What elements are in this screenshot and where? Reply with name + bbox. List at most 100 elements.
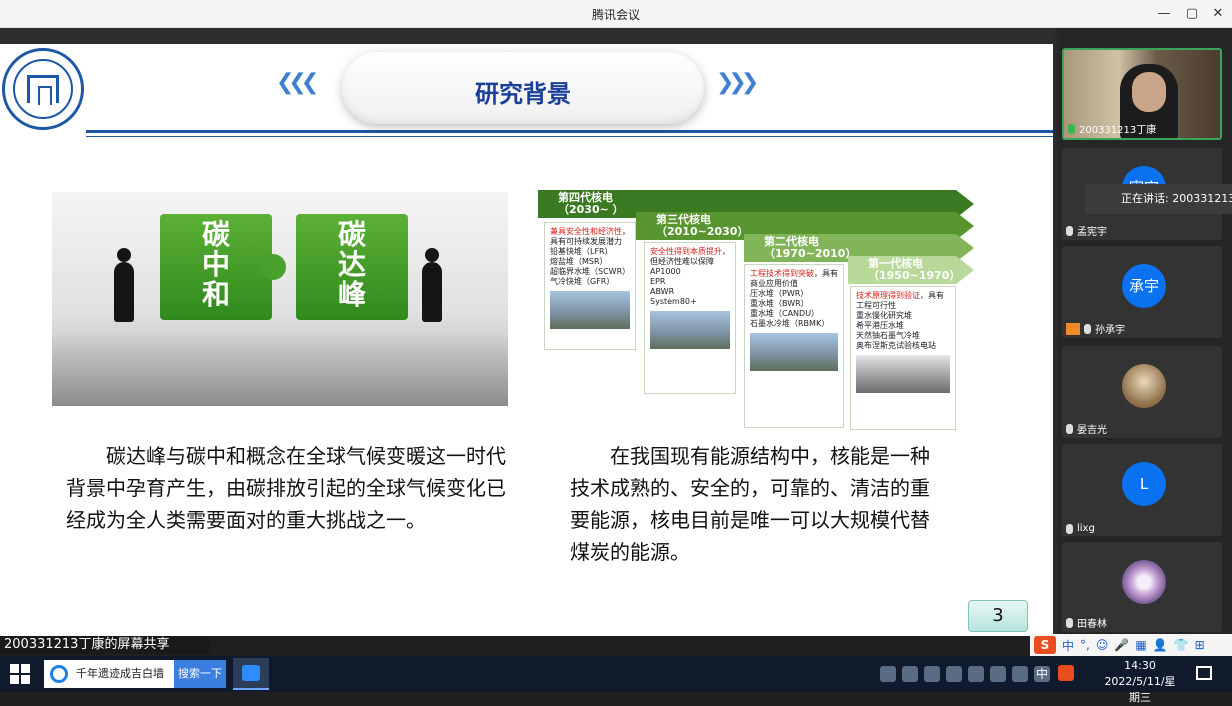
gen3-card: 安全性得到本质提升，但经济性难以保障 AP1000 EPR ABWR Syste… [644, 242, 736, 394]
gen3-item: AP1000 [650, 267, 681, 276]
notification-icon[interactable] [1196, 666, 1212, 680]
participant-tile-video[interactable]: 200331213丁康 [1062, 48, 1222, 140]
mic-muted-icon [1066, 523, 1073, 534]
shared-screen: ❮❮❮ 研究背景 ❯❯❯ 碳中和 碳达峰 第四代核电 （2030~ ） 第三代核… [0, 28, 1057, 636]
tray-bluetooth-icon[interactable] [968, 666, 984, 682]
slide-page-number: 3 [968, 600, 1028, 632]
gen2-highlight: 工程技术得到突破 [750, 269, 814, 278]
tray-app-icon[interactable] [880, 666, 896, 682]
minimize-button[interactable]: — [1152, 4, 1176, 24]
tencent-meeting-taskbar-icon[interactable] [233, 658, 269, 690]
presentation-slide: ❮❮❮ 研究背景 ❯❯❯ 碳中和 碳达峰 第四代核电 （2030~ ） 第三代核… [0, 44, 1053, 636]
participant-name-text: 田春林 [1077, 619, 1107, 630]
gen1-card: 技术原理得到验证，具有工程可行性 重水慢化研究堆 希平港压水堆 天然铀石墨气冷堆… [850, 286, 956, 430]
participant-tile[interactable]: 承宇 孙承宇 [1062, 246, 1222, 338]
search-text: 千年遗迹成吉白墙 [76, 667, 164, 680]
mic-on-icon [1068, 123, 1075, 134]
mic-muted-icon [1066, 423, 1073, 434]
participant-name-text: 200331213丁康 [1079, 125, 1157, 136]
maximize-button[interactable]: ▢ [1180, 4, 1204, 24]
system-tray [880, 666, 1050, 682]
ime-skin-icon[interactable]: 👕 [1174, 638, 1189, 652]
search-button[interactable]: 搜索一下 [174, 660, 226, 688]
slide-title: 研究背景 [475, 80, 571, 108]
gen1-item: 重水慢化研究堆 [856, 311, 912, 320]
gen3-item: System80+ [650, 297, 697, 306]
clock-time: 14:30 [1124, 659, 1156, 672]
slide-top-strip [0, 28, 1053, 45]
avatar: L [1122, 462, 1166, 506]
gen3-item: EPR [650, 277, 666, 286]
ime-tools-icon[interactable]: ⊞ [1195, 638, 1205, 652]
ime-punctuation[interactable]: °, [1080, 638, 1090, 652]
screen-share-label: 200331213丁康的屏幕共享 [0, 636, 210, 654]
taskbar-clock[interactable]: 14:30 2022/5/11/星期三 [1100, 658, 1180, 706]
puzzle-piece-carbon-peak: 碳达峰 [296, 214, 408, 320]
gen4-item: 铅基快堆（LFR） [550, 247, 613, 256]
participant-name-text: lixg [1077, 523, 1095, 534]
gen1-bar: 第一代核电 （1950~1970） [848, 256, 974, 284]
ime-mic-icon[interactable]: 🎤 [1114, 638, 1129, 652]
slide-title-pill: 研究背景 [342, 52, 704, 124]
puzzle-label-neutral: 碳中和 [201, 218, 230, 311]
person-pushing-right-icon [422, 248, 442, 322]
taskbar-search-input[interactable]: 千年遗迹成吉白墙 [44, 660, 174, 688]
gen2-item: 重水堆（BWR） [750, 299, 809, 308]
tray-wifi-icon[interactable] [1012, 666, 1028, 682]
tray-sogou-icon[interactable] [1058, 665, 1074, 681]
tray-defender-icon[interactable] [990, 666, 1006, 682]
avatar-photo [1122, 364, 1166, 408]
person-pushing-left-icon [114, 248, 134, 322]
puzzle-label-peak: 碳达峰 [337, 218, 366, 311]
right-paragraph: 在我国现有能源结构中，核能是一种技术成熟的、安全的，可靠的、清洁的重要能源，核电… [570, 444, 930, 564]
close-button[interactable]: ✕ [1206, 4, 1230, 24]
participant-name: 田春林 [1066, 615, 1107, 630]
nuclear-generations-diagram: 第四代核电 （2030~ ） 第三代核电 （2010~2030） 第二代核电 （… [538, 190, 998, 430]
carbon-puzzle-image: 碳中和 碳达峰 [52, 192, 508, 406]
gen4-item: 熔盐堆（MSR） [550, 257, 608, 266]
mic-muted-icon [1066, 617, 1073, 628]
chevrons-left-icon: ❮❮❮ [276, 70, 319, 95]
ie-icon [50, 665, 68, 683]
ime-keyboard-icon[interactable]: ▦ [1135, 638, 1146, 652]
ime-emoji-icon[interactable]: ☺ [1096, 638, 1109, 652]
ime-user-icon[interactable]: 👤 [1153, 638, 1168, 652]
left-paragraph: 碳达峰与碳中和概念在全球气候变暖这一时代背景中孕育产生，由碳排放引起的全球气候变… [66, 444, 506, 532]
header-rule [86, 130, 1053, 133]
gen3-item: ABWR [650, 287, 675, 296]
title-bar: 腾讯会议 — ▢ ✕ [0, 0, 1232, 28]
participant-name-text: 孟宪宇 [1077, 227, 1107, 238]
tray-wechat-icon[interactable] [946, 666, 962, 682]
sogou-icon[interactable]: S [1034, 636, 1056, 654]
mic-muted-icon [1066, 225, 1073, 236]
gen4-photo [550, 291, 630, 329]
tray-language[interactable]: 中 [1036, 665, 1048, 682]
avatar: 承宇 [1122, 264, 1166, 308]
gen2-card: 工程技术得到突破，具有商业应用价值 压水堆（PWR） 重水堆（BWR） 重水堆（… [744, 264, 844, 428]
gen3-highlight: 安全性得到本质提升 [650, 247, 722, 256]
gen2-item: 压水堆（PWR） [750, 289, 809, 298]
gen1-photo [856, 355, 950, 393]
window-title: 腾讯会议 [591, 8, 640, 22]
gen1-years: （1950~1970） [868, 269, 961, 282]
header-rule-thin [86, 136, 1053, 137]
ime-chinese-mode[interactable]: 中 [1062, 637, 1074, 654]
participant-panel[interactable]: 200331213丁康 宪宇 孟宪宇 承宇 孙承宇 晏吉光 L lixg 田春林 [1057, 28, 1232, 636]
participant-tile[interactable]: L lixg [1062, 444, 1222, 536]
tray-meeting-icon[interactable] [902, 666, 918, 682]
gen1-highlight: 技术原理得到验证 [856, 291, 920, 300]
mic-muted-icon [1084, 323, 1091, 334]
tray-battery-icon[interactable] [924, 666, 940, 682]
chevrons-right-icon: ❯❯❯ [716, 70, 759, 95]
participant-tile[interactable]: 田春林 [1062, 542, 1222, 632]
gen2-photo [750, 333, 838, 371]
participant-name: 孙承宇 [1066, 321, 1125, 336]
gen4-card: 兼具安全性和经济性，具有可持续发展潜力 铅基快堆（LFR） 熔盐堆（MSR） 超… [544, 222, 636, 350]
ime-toolbar[interactable]: S 中 °, ☺ 🎤 ▦ 👤 👕 ⊞ [1030, 634, 1232, 656]
gen1-item: 希平港压水堆 [856, 321, 904, 330]
windows-start-icon[interactable] [10, 664, 30, 684]
participant-tile[interactable]: 晏吉光 [1062, 346, 1222, 438]
puzzle-piece-carbon-neutral: 碳中和 [160, 214, 286, 320]
gen2-item: 石墨水冷堆（RBMK） [750, 319, 830, 328]
gen1-item: 天然铀石墨气冷堆 [856, 331, 920, 340]
